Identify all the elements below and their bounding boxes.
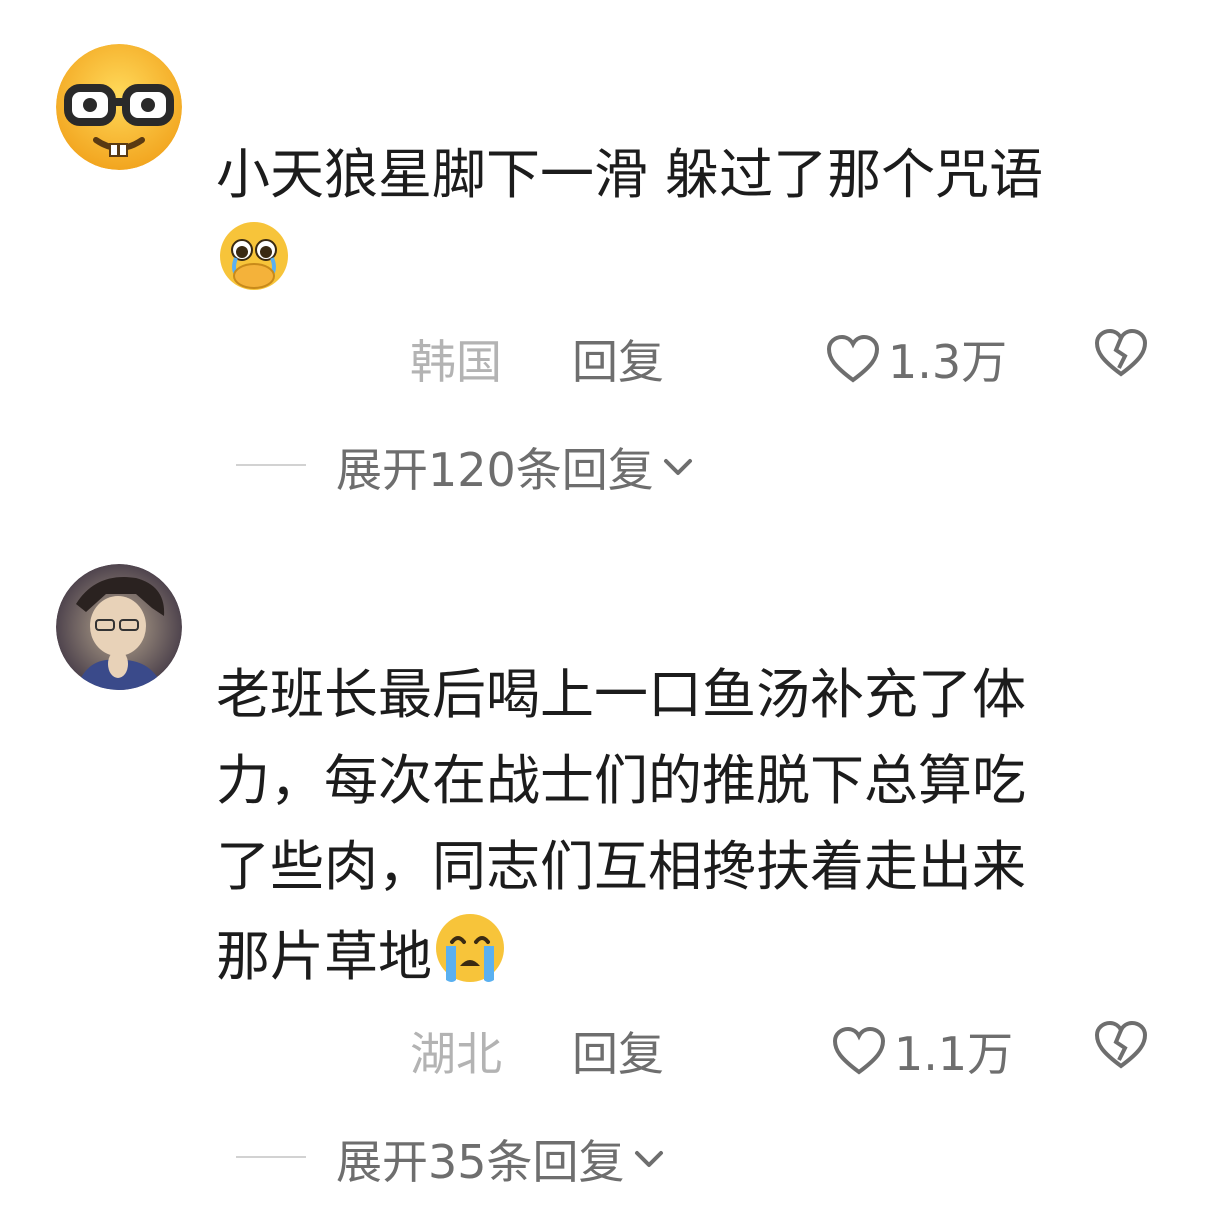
comment-text-line: 力，每次在战士们的推脱下总算吃 [216, 749, 1026, 812]
broken-heart-icon [1094, 1020, 1148, 1069]
comment-meta: 湖北 回复 1.1万 [0, 1018, 1216, 1081]
divider [236, 1156, 306, 1158]
chevron-down-icon [663, 459, 692, 475]
expand-replies-text: 展开120条回复 [336, 443, 654, 497]
location-label: 韩国 [410, 335, 502, 389]
expand-replies-label[interactable]: 展开120条回复 [336, 434, 696, 500]
reply-button[interactable]: 回复 [572, 1018, 664, 1084]
reply-button[interactable]: 回复 [572, 326, 664, 392]
expand-replies-text: 展开35条回复 [336, 1135, 625, 1189]
anime-character-icon [56, 564, 182, 690]
expand-replies-label[interactable]: 展开35条回复 [336, 1126, 667, 1192]
like-count: 1.1万 [894, 1027, 1014, 1081]
comment-text: 老班长最后喝上一口鱼汤补充了体 力，每次在战士们的推脱下总算吃 了些肉，同志们互… [216, 652, 1176, 1011]
expand-replies[interactable]: 展开35条回复 [0, 1126, 1216, 1189]
nerd-face-icon [56, 44, 182, 170]
comment-item: 小天狼星脚下一滑 躲过了那个咒语 韩国 回复 1.3万 展开120条回复 [0, 0, 1216, 520]
dislike-button[interactable] [1094, 1020, 1148, 1081]
pleading-face-emoji-icon [216, 218, 292, 319]
chevron-down-icon [634, 1151, 663, 1167]
expand-replies[interactable]: 展开120条回复 [0, 434, 1216, 497]
location-label: 湖北 [410, 1027, 502, 1081]
comment-meta: 韩国 回复 1.3万 [0, 326, 1216, 389]
like-count: 1.3万 [888, 335, 1008, 389]
divider [236, 464, 306, 466]
broken-heart-icon [1094, 328, 1148, 377]
like-button[interactable]: 1.3万 [826, 326, 1007, 392]
heart-outline-icon [826, 334, 880, 383]
heart-outline-icon [832, 1026, 886, 1075]
comment-text-line: 小天狼星脚下一滑 躲过了那个咒语 [216, 143, 1044, 206]
comment-text-line: 了些肉，同志们互相搀扶着走出来 [216, 835, 1026, 898]
avatar[interactable] [56, 44, 182, 170]
like-button[interactable]: 1.1万 [832, 1018, 1013, 1084]
comment-text-line: 那片草地 [216, 925, 432, 989]
comment-text-line: 老班长最后喝上一口鱼汤补充了体 [216, 663, 1026, 726]
comment-item: 老班长最后喝上一口鱼汤补充了体 力，每次在战士们的推脱下总算吃 了些肉，同志们互… [0, 540, 1216, 1200]
loudly-crying-face-emoji-icon [432, 910, 508, 1011]
comment-text: 小天狼星脚下一滑 躲过了那个咒语 [216, 132, 1176, 319]
dislike-button[interactable] [1094, 328, 1148, 389]
avatar[interactable] [56, 564, 182, 690]
